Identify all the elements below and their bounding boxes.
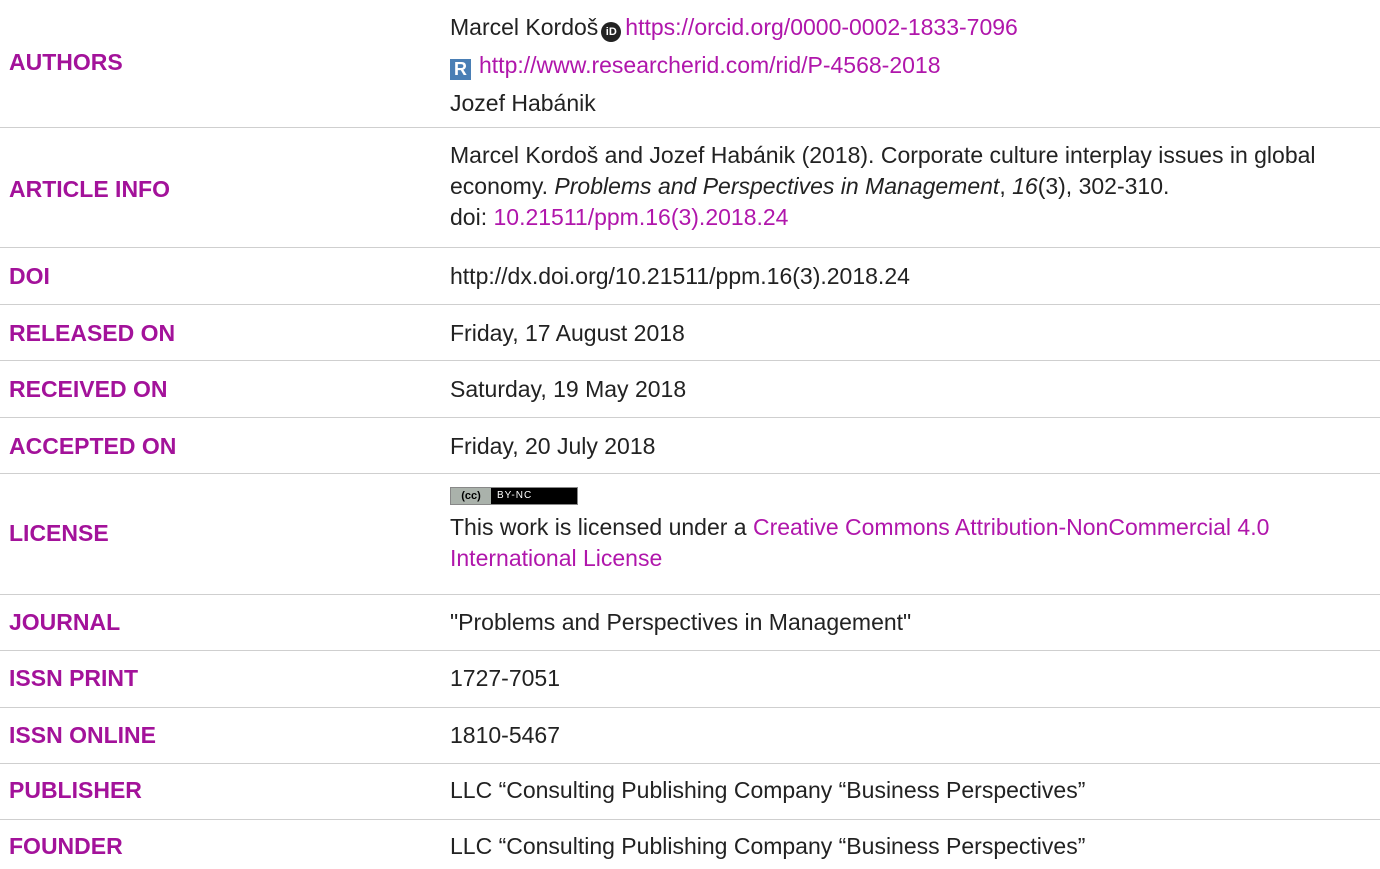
issn-online-label: ISSN ONLINE [9,722,156,748]
received-value: Saturday, 19 May 2018 [450,376,687,402]
researcherid-line: Rhttp://www.researcherid.com/rid/P-4568-… [450,46,1368,84]
license-text: This work is licensed under a Creative C… [450,512,1368,574]
article-info-row: ARTICLE INFO Marcel Kordoš and Jozef Hab… [0,128,1380,247]
issn-print-row: ISSN PRINT 1727-7051 [0,651,1380,707]
issn-print-value: 1727-7051 [450,665,560,691]
citation-pages: (3), 302-310. [1037,173,1170,199]
citation-sep: , [999,173,1013,199]
journal-label: JOURNAL [9,609,121,635]
cc-logo: (cc) [451,488,491,504]
license-value: (cc) BY-NC This work is licensed under a… [450,487,1368,574]
accepted-row: ACCEPTED ON Friday, 20 July 2018 [0,418,1380,473]
publisher-label: PUBLISHER [9,777,142,803]
author-1-name: Marcel Kordoš [450,14,599,40]
publisher-value: LLC “Consulting Publishing Company “Busi… [450,777,1086,803]
researcherid-link[interactable]: http://www.researcherid.com/rid/P-4568-2… [479,52,941,78]
received-row: RECEIVED ON Saturday, 19 May 2018 [0,361,1380,417]
cc-badge-line: (cc) BY-NC [450,487,1368,507]
issn-online-row: ISSN ONLINE 1810-5467 [0,708,1380,763]
released-value: Friday, 17 August 2018 [450,320,685,346]
doi-row: DOI http://dx.doi.org/10.21511/ppm.16(3)… [0,248,1380,304]
released-label: RELEASED ON [9,320,176,346]
citation-journal: Problems and Perspectives in Management [554,173,1000,199]
cc-badge-text: BY-NC [497,490,533,501]
issn-online-value: 1810-5467 [450,722,560,748]
authors-row: AUTHORS Marcel Kordoš iD https://orcid.org… [0,0,1380,127]
article-info-label: ARTICLE INFO [9,176,170,202]
released-row: RELEASED ON Friday, 17 August 2018 [0,305,1380,360]
license-row: LICENSE (cc) BY-NC This work is licensed… [0,474,1380,594]
authors-value: Marcel Kordoš iD https://orcid.org/0000-00… [450,8,1368,122]
received-label: RECEIVED ON [9,376,168,402]
founder-value: LLC “Consulting Publishing Company “Busi… [450,833,1086,859]
journal-row: JOURNAL "Problems and Perspectives in Ma… [0,595,1380,650]
article-info-page: AUTHORS Marcel Kordoš iD https://orcid.org… [0,0,1380,869]
citation-volume: 16 [1012,173,1038,199]
orcid-link[interactable]: https://orcid.org/0000-0002-1833-7096 [625,14,1018,40]
citation-doi-prefix: doi: [450,204,494,230]
doi-label: DOI [9,263,50,289]
license-text-prefix: This work is licensed under a [450,514,753,540]
accepted-value: Friday, 20 July 2018 [450,433,656,459]
orcid-icon: iD [601,22,622,42]
founder-row: FOUNDER LLC “Consulting Publishing Compa… [0,820,1380,869]
author-1-line: Marcel Kordoš iD https://orcid.org/0000-00… [450,8,1368,46]
journal-value: "Problems and Perspectives in Management… [450,609,912,635]
accepted-label: ACCEPTED ON [9,433,177,459]
authors-label: AUTHORS [9,49,123,75]
citation-doi-link[interactable]: 10.21511/ppm.16(3).2018.24 [493,204,788,230]
author-2-name: Jozef Habánik [450,90,596,116]
researcherid-icon: R [450,59,471,80]
cc-by-nc-badge[interactable]: (cc) BY-NC [450,487,578,505]
founder-label: FOUNDER [9,833,123,859]
issn-print-label: ISSN PRINT [9,665,139,691]
article-info-value: Marcel Kordoš and Jozef Habánik (2018). … [450,140,1368,233]
publisher-row: PUBLISHER LLC “Consulting Publishing Com… [0,764,1380,819]
doi-value: http://dx.doi.org/10.21511/ppm.16(3).201… [450,263,910,289]
license-label: LICENSE [9,520,109,546]
